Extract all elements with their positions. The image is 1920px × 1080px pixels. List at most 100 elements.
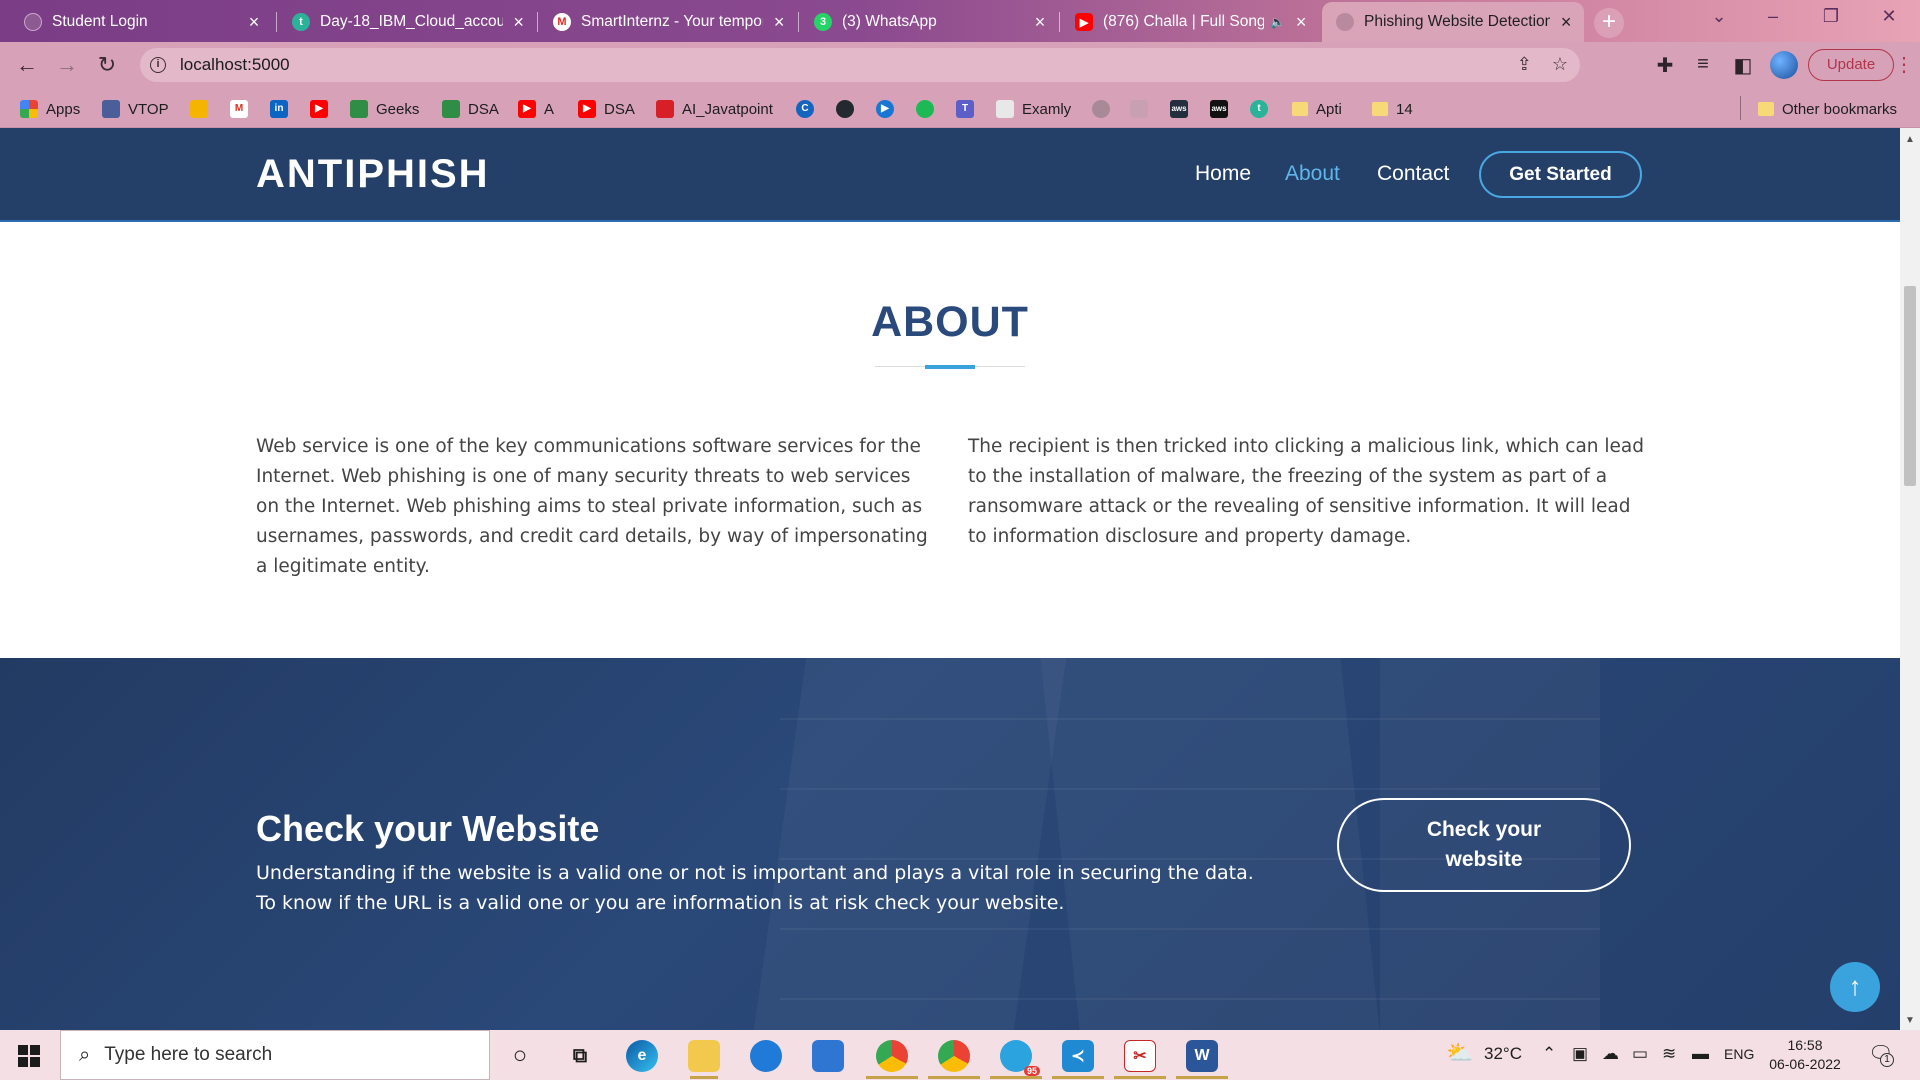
forward-icon[interactable]: → <box>52 50 82 80</box>
close-icon[interactable]: × <box>511 13 526 31</box>
profile-avatar[interactable] <box>1770 51 1798 79</box>
bookmark-globe[interactable] <box>1092 98 1110 120</box>
close-icon[interactable]: × <box>1032 13 1048 31</box>
bookmark-linkedin[interactable]: in <box>270 98 288 120</box>
get-started-button[interactable]: Get Started <box>1479 151 1642 198</box>
bookmark-ai-javatpoint[interactable]: AI_Javatpoint <box>656 98 773 120</box>
display-icon[interactable]: ▭ <box>1632 1044 1648 1064</box>
check-website-description: Understanding if the website is a valid … <box>256 862 1254 914</box>
windows-start-icon[interactable] <box>18 1045 40 1067</box>
bookmark-teams[interactable]: T <box>956 98 974 120</box>
bookmark-aws-2[interactable]: aws <box>1210 98 1228 120</box>
bookmark-14[interactable]: 14 <box>1372 98 1413 120</box>
site-logo[interactable]: ANTIPHISH <box>256 152 490 197</box>
bookmark-codechef[interactable]: C <box>796 98 814 120</box>
bookmark-aws-1[interactable]: aws <box>1170 98 1188 120</box>
back-to-top-button[interactable]: ↑ <box>1830 962 1880 1012</box>
bookmark-apps[interactable]: Apps <box>20 98 80 120</box>
restore-icon[interactable]: ❐ <box>1808 6 1854 27</box>
vscode-icon[interactable]: ≺ <box>1062 1040 1094 1072</box>
nav-contact[interactable]: Contact <box>1377 162 1449 186</box>
youtube-icon: ▶ <box>578 100 596 118</box>
battery-icon[interactable]: ▬ <box>1692 1044 1709 1064</box>
snipping-tool-icon[interactable]: ✂ <box>1124 1040 1156 1072</box>
telegram-icon[interactable]: 95 <box>1000 1040 1040 1076</box>
chrome-profile-icon[interactable] <box>938 1040 970 1072</box>
clock[interactable]: 16:58 06-06-2022 <box>1760 1036 1850 1074</box>
share-icon[interactable]: ⇪ <box>1517 54 1532 75</box>
close-window-icon[interactable]: ✕ <box>1866 6 1912 27</box>
close-icon[interactable]: × <box>246 13 262 31</box>
side-panel-icon[interactable]: ◧ <box>1730 53 1756 78</box>
pen-app-icon[interactable] <box>750 1040 782 1072</box>
wifi-icon[interactable]: ≋ <box>1662 1044 1676 1064</box>
new-tab-button[interactable]: + <box>1594 8 1624 38</box>
nav-home[interactable]: Home <box>1195 162 1251 186</box>
back-icon[interactable]: ← <box>12 50 42 80</box>
scroll-down-icon[interactable]: ▼ <box>1900 1015 1920 1026</box>
extensions-icon[interactable]: ✚ <box>1652 53 1678 78</box>
close-icon[interactable]: × <box>771 13 787 31</box>
bookmark-gmail[interactable]: M <box>230 98 248 120</box>
weather-temperature[interactable]: 32°C <box>1484 1044 1522 1064</box>
bookmark-play[interactable]: ▶ <box>876 98 894 120</box>
site-info-icon[interactable]: i <box>150 57 166 73</box>
word-icon[interactable]: W <box>1186 1040 1218 1072</box>
bookmark-t[interactable]: t <box>1250 98 1268 120</box>
bookmark-spotify[interactable] <box>916 98 934 120</box>
bookmark-apti[interactable]: Apti <box>1292 98 1342 120</box>
bookmark-star-icon[interactable]: ☆ <box>1552 54 1568 75</box>
nav-about[interactable]: About <box>1285 162 1340 186</box>
reload-icon[interactable]: ↻ <box>92 50 122 80</box>
show-hidden-icons-icon[interactable]: ⌃ <box>1542 1044 1556 1064</box>
tab-ibm-cloud[interactable]: t Day-18_IBM_Cloud_account × <box>278 2 536 42</box>
scroll-up-icon[interactable]: ▲ <box>1900 134 1920 145</box>
bookmark-youtube[interactable]: ▶ <box>310 98 328 120</box>
page-scrollbar[interactable]: ▲ ▼ <box>1900 128 1920 1030</box>
bookmark-github[interactable] <box>836 98 854 120</box>
bookmark-a[interactable]: ▶ A <box>518 98 554 120</box>
bookmark-dsa-geeks[interactable]: DSA <box>442 98 499 120</box>
task-view-icon[interactable]: ⧉ <box>564 1040 596 1072</box>
address-bar[interactable]: i localhost:5000 ⇪ ☆ <box>140 48 1580 82</box>
tab-smartinternz[interactable]: M SmartInternz - Your tempor × <box>539 2 797 42</box>
speaker-icon[interactable]: 🔈 <box>1270 15 1285 29</box>
running-indicator <box>1052 1076 1104 1079</box>
running-indicator <box>690 1076 718 1079</box>
bookmark-geeks[interactable]: Geeks <box>350 98 419 120</box>
check-website-button[interactable]: Check your website <box>1337 798 1631 892</box>
notifications-icon[interactable]: 🗨 1 <box>1868 1041 1894 1067</box>
bookmark-examly[interactable]: Examly <box>996 98 1071 120</box>
onedrive-icon[interactable]: ☁ <box>1602 1044 1619 1064</box>
bookmark-chart[interactable] <box>1130 98 1148 120</box>
search-icon: ⌕ <box>79 1043 91 1066</box>
aws-icon: aws <box>1170 100 1188 118</box>
media-control-icon[interactable]: ≡ <box>1690 53 1716 76</box>
bookmark-other[interactable]: Other bookmarks <box>1758 98 1897 120</box>
tab-whatsapp[interactable]: 3 (3) WhatsApp × <box>800 2 1058 42</box>
taskbar-search-box[interactable]: ⌕ Type here to search <box>60 1030 490 1080</box>
play-icon: ▶ <box>876 100 894 118</box>
tab-student-login[interactable]: Student Login × <box>10 2 272 42</box>
tab-search-icon[interactable]: ⌄ <box>1696 6 1742 27</box>
update-button[interactable]: Update <box>1808 49 1894 81</box>
file-explorer-icon[interactable] <box>688 1040 720 1072</box>
chrome-icon[interactable] <box>876 1040 908 1072</box>
close-icon[interactable]: × <box>1293 13 1309 31</box>
store-icon[interactable] <box>812 1040 844 1072</box>
menu-kebab-icon[interactable]: ⋮ <box>1894 52 1914 77</box>
tab-youtube-challa[interactable]: ▶ (876) Challa | Full Song 🔈 × <box>1061 2 1319 42</box>
scrollbar-thumb[interactable] <box>1904 286 1916 486</box>
close-icon[interactable]: × <box>1558 13 1574 31</box>
tab-phishing-detection[interactable]: Phishing Website Detection × <box>1322 2 1584 42</box>
tab-title: Day-18_IBM_Cloud_account <box>320 13 504 30</box>
weather-icon[interactable]: ⛅ <box>1446 1040 1473 1066</box>
edge-icon[interactable]: e <box>626 1040 658 1072</box>
cortana-icon[interactable]: ○ <box>504 1040 536 1072</box>
bookmark-dsa-youtube[interactable]: ▶ DSA <box>578 98 635 120</box>
minimize-icon[interactable]: – <box>1750 6 1796 27</box>
bookmark-vtop[interactable]: VTOP <box>102 98 169 120</box>
meet-now-icon[interactable]: ▣ <box>1572 1044 1588 1064</box>
bookmark-classroom[interactable] <box>190 98 208 120</box>
language-indicator[interactable]: ENG <box>1724 1046 1754 1062</box>
